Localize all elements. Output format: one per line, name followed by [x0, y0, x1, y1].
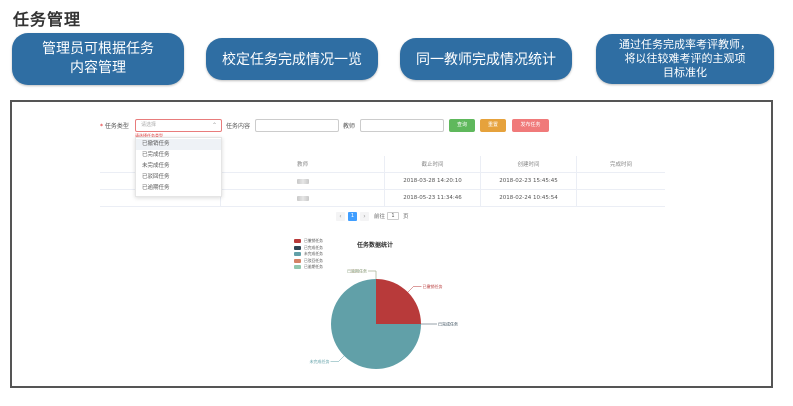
feature-pill-evaluation: 通过任务完成率考评教师， 将以往较难考评的主观项 目标准化	[596, 34, 774, 84]
page-number-current[interactable]: 1	[348, 211, 357, 221]
legend-swatch	[294, 258, 301, 263]
legend-swatch	[294, 252, 301, 257]
legend-swatch	[294, 245, 301, 250]
dropdown-option-revoked[interactable]: 已撤销任务	[136, 139, 221, 150]
goto-page-input[interactable]: 1	[387, 212, 400, 220]
pie-slice-label: 已完成任务	[438, 321, 458, 327]
redacted-name	[296, 178, 309, 184]
legend-item[interactable]: 已逾期任务	[294, 264, 323, 271]
legend-swatch	[294, 265, 301, 270]
table-cell-deadline: 2018-03-28 14:20:10	[385, 173, 481, 189]
next-page-button[interactable]: ›	[360, 211, 369, 221]
pie-label-leader	[330, 355, 345, 362]
pie-slice-label: 未完成任务	[310, 358, 330, 364]
page-title: 任务管理	[13, 10, 82, 29]
column-header-teacher: 教师	[221, 156, 385, 172]
teacher-label: 教师	[343, 123, 356, 130]
goto-label: 前往	[374, 214, 386, 220]
dropdown-option-overdue[interactable]: 已逾期任务	[136, 183, 221, 194]
table-cell-deadline: 2018-05-23 11:34:46	[385, 190, 481, 206]
table-cell-created: 2018-02-23 15:45:45	[481, 173, 577, 189]
reset-button[interactable]: 重置	[480, 119, 506, 132]
pie-slice-label: 已撤销任务	[422, 283, 442, 289]
task-content-label: 任务内容	[226, 123, 251, 130]
chevron-up-icon: ⌃	[211, 122, 217, 129]
pie-slice[interactable]	[331, 279, 421, 369]
pie-chart: 已撤销任务已完成任务未完成任务 已驳回任务已逾期任务	[310, 268, 458, 369]
feature-pill-completion-overview: 校定任务完成情况一览	[206, 38, 378, 80]
pie-slice-label: 已逾期任务	[347, 268, 367, 274]
chart-legend: 已撤销任务 已完成任务 未完成任务 已驳回任务 已逾期任务	[294, 238, 323, 271]
column-header-created: 创建时间	[481, 156, 577, 172]
dropdown-option-completed[interactable]: 已完成任务	[136, 150, 221, 161]
app-screenshot-frame: * 任务类型 请选择 ⌃ 请选择任务类型 任务内容 教师 查询 重置 发布任务 …	[10, 100, 773, 388]
legend-label: 未完成任务	[304, 251, 323, 257]
page-suffix: 页	[403, 214, 409, 220]
table-cell-completed	[577, 190, 665, 206]
dropdown-option-incomplete[interactable]: 未完成任务	[136, 161, 221, 172]
task-type-dropdown: 已撤销任务 已完成任务 未完成任务 已驳回任务 已逾期任务	[135, 137, 222, 197]
pie-label-leader	[368, 270, 377, 279]
pie-slice[interactable]	[376, 279, 421, 324]
pie-slice-label: 已驳回任务	[347, 268, 367, 274]
legend-label: 已驳回任务	[304, 257, 323, 263]
pie-label-leader	[368, 270, 377, 279]
redacted-name	[296, 195, 309, 201]
query-button[interactable]: 查询	[449, 119, 475, 132]
task-content-input[interactable]	[255, 119, 339, 132]
feature-pill-content-management: 管理员可根据任务 内容管理	[12, 33, 184, 85]
chart-title: 任务数据统计	[357, 242, 394, 249]
legend-label: 已完成任务	[304, 244, 323, 250]
column-header-completed: 完成时间	[609, 162, 632, 168]
task-type-placeholder: 请选择	[141, 122, 157, 128]
task-type-label: * 任务类型	[100, 123, 129, 130]
column-header-deadline: 截止时间	[385, 156, 481, 172]
pagination: ‹ 1 › 前往 1 页	[336, 211, 409, 221]
legend-swatch	[294, 239, 301, 244]
table-cell-completed	[577, 173, 665, 189]
dropdown-option-rejected[interactable]: 已驳回任务	[136, 172, 221, 183]
table-cell-created: 2018-02-24 10:45:54	[481, 190, 577, 206]
table-cell-teacher	[221, 173, 385, 189]
filter-bar: * 任务类型 请选择 ⌃ 请选择任务类型 任务内容 教师 查询 重置 发布任务	[12, 102, 771, 142]
table-cell-teacher	[221, 190, 385, 206]
legend-label: 已逾期任务	[304, 264, 323, 270]
pie-label-leader	[407, 286, 422, 293]
teacher-input[interactable]	[360, 119, 444, 132]
prev-page-button[interactable]: ‹	[336, 211, 345, 221]
publish-task-button[interactable]: 发布任务	[512, 119, 549, 132]
feature-pill-teacher-stats: 同一教师完成情况统计	[400, 38, 572, 80]
legend-label: 已撤销任务	[304, 238, 323, 244]
task-type-select[interactable]: 请选择 ⌃	[135, 119, 222, 132]
